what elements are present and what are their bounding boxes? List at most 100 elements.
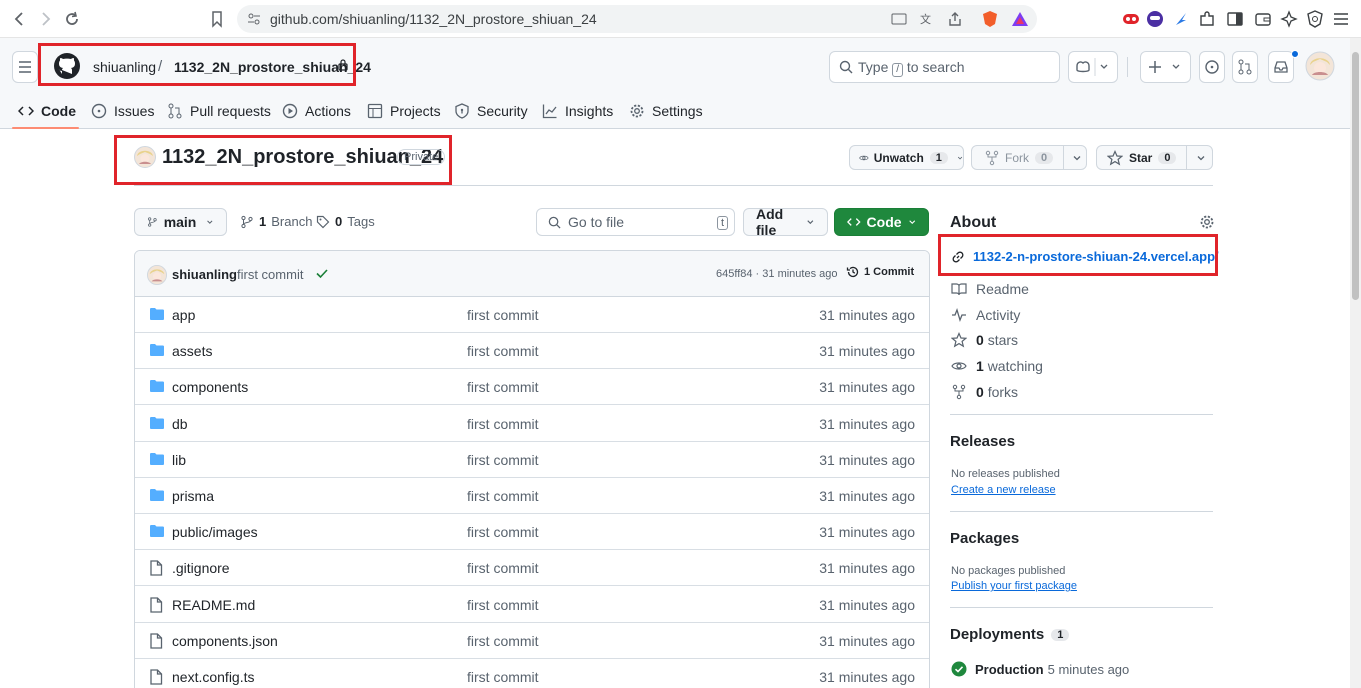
tab-insights[interactable]: Insights: [542, 101, 613, 121]
table-row[interactable]: assets first commit 31 minutes ago: [135, 333, 929, 370]
inbox-icon[interactable]: [1268, 51, 1294, 83]
file-name[interactable]: prisma: [172, 488, 214, 504]
tab-projects[interactable]: Projects: [367, 101, 441, 121]
file-commit-message[interactable]: first commit: [467, 452, 539, 468]
commits-link[interactable]: 1 Commit: [846, 265, 914, 279]
add-file-button[interactable]: Add file: [743, 206, 828, 238]
table-row[interactable]: .gitignore first commit 31 minutes ago: [135, 550, 929, 587]
issues-icon[interactable]: [1199, 51, 1225, 83]
file-commit-message[interactable]: first commit: [467, 416, 539, 432]
pull-requests-icon[interactable]: [1232, 51, 1258, 83]
wallet-icon[interactable]: [1254, 10, 1272, 28]
vpn-icon[interactable]: [1306, 10, 1324, 28]
tab-code[interactable]: Code: [18, 101, 76, 121]
table-row[interactable]: README.md first commit 31 minutes ago: [135, 587, 929, 623]
releases-heading[interactable]: Releases: [950, 433, 1015, 450]
file-commit-message[interactable]: first commit: [467, 597, 539, 613]
hamburger-menu-button[interactable]: [12, 51, 38, 83]
packages-heading[interactable]: Packages: [950, 530, 1019, 547]
deployment-item[interactable]: Production 5 minutes ago: [951, 661, 1129, 677]
extension-icon[interactable]: [1122, 10, 1140, 28]
stars-link[interactable]: 0 stars: [951, 332, 1018, 348]
forward-icon[interactable]: [35, 9, 55, 29]
table-row[interactable]: lib first commit 31 minutes ago: [135, 442, 929, 478]
address-bar[interactable]: github.com/shiuanling/1132_2N_prostore_s…: [237, 5, 1037, 33]
translate-icon[interactable]: 文: [919, 11, 935, 27]
table-row[interactable]: components.json first commit 31 minutes ag…: [135, 623, 929, 659]
star-button[interactable]: Star 0: [1096, 145, 1213, 170]
file-name[interactable]: assets: [172, 343, 212, 359]
commit-author-avatar[interactable]: [147, 265, 167, 285]
activity-link[interactable]: Activity: [951, 307, 1020, 323]
file-commit-message[interactable]: first commit: [467, 307, 539, 323]
table-row[interactable]: components first commit 31 minutes ago: [135, 369, 929, 406]
url-text[interactable]: github.com/shiuanling/1132_2N_prostore_s…: [270, 11, 597, 27]
publish-package-link[interactable]: Publish your first package: [951, 580, 1077, 592]
share-icon[interactable]: [947, 11, 963, 27]
table-row[interactable]: app first commit 31 minutes ago: [135, 297, 929, 333]
file-name[interactable]: db: [172, 416, 188, 432]
tab-actions[interactable]: Actions: [282, 101, 351, 121]
tab-pull-requests[interactable]: Pull requests: [167, 101, 271, 121]
back-icon[interactable]: [10, 9, 30, 29]
tab-settings[interactable]: Settings: [629, 101, 703, 121]
watching-link[interactable]: 1 watching: [951, 358, 1043, 374]
commit-author[interactable]: shiuanling: [172, 267, 237, 282]
search-input[interactable]: Type / to search: [829, 51, 1060, 83]
file-name[interactable]: components: [172, 379, 248, 395]
about-heading: About: [950, 214, 997, 231]
table-row[interactable]: next.config.ts first commit 31 minutes ago: [135, 659, 929, 688]
file-commit-message[interactable]: first commit: [467, 633, 539, 649]
create-new-button[interactable]: [1140, 51, 1191, 83]
reload-icon[interactable]: [62, 9, 82, 29]
file-name[interactable]: app: [172, 307, 195, 323]
create-release-link[interactable]: Create a new release: [951, 484, 1056, 496]
unwatch-button[interactable]: Unwatch 1: [849, 145, 964, 170]
tab-issues[interactable]: Issues: [91, 101, 154, 121]
commit-hash-time[interactable]: 645ff84 · 31 minutes ago: [716, 268, 838, 280]
table-row[interactable]: prisma first commit 31 minutes ago: [135, 478, 929, 514]
file-name[interactable]: components.json: [172, 633, 278, 649]
extensions-puzzle-icon[interactable]: [1198, 10, 1216, 28]
fork-button[interactable]: Fork 0: [971, 145, 1087, 170]
table-row[interactable]: db first commit 31 minutes ago: [135, 406, 929, 442]
copilot-button[interactable]: [1068, 51, 1118, 83]
branch-selector[interactable]: main: [134, 208, 227, 236]
brave-rewards-icon[interactable]: [1011, 11, 1029, 27]
file-commit-message[interactable]: first commit: [467, 488, 539, 504]
tab-security[interactable]: Security: [454, 101, 528, 121]
file-name[interactable]: next.config.ts: [172, 669, 255, 685]
leo-ai-icon[interactable]: [1280, 10, 1298, 28]
file-commit-message[interactable]: first commit: [467, 524, 539, 540]
menu-icon[interactable]: [1332, 10, 1350, 28]
extension-icon[interactable]: [1146, 10, 1164, 28]
scrollbar-thumb[interactable]: [1352, 52, 1359, 300]
go-to-file-input[interactable]: Go to file t: [536, 208, 735, 236]
site-settings-icon[interactable]: [247, 12, 261, 26]
forks-link[interactable]: 0 forks: [951, 384, 1018, 400]
file-commit-message[interactable]: first commit: [467, 379, 539, 395]
deployments-heading[interactable]: Deployments 1: [950, 626, 1070, 643]
cast-icon[interactable]: [891, 11, 907, 27]
file-name[interactable]: .gitignore: [172, 560, 230, 576]
folder-icon: [149, 488, 165, 502]
file-name[interactable]: lib: [172, 452, 186, 468]
brave-shield-icon[interactable]: [982, 10, 998, 28]
scrollbar[interactable]: [1350, 38, 1361, 688]
file-commit-message[interactable]: first commit: [467, 669, 539, 685]
file-commit-message[interactable]: first commit: [467, 343, 539, 359]
table-row[interactable]: public/images first commit 31 minutes ago: [135, 514, 929, 551]
file-name[interactable]: README.md: [172, 597, 255, 613]
branches-link[interactable]: 1 Branch: [240, 214, 312, 229]
file-commit-message[interactable]: first commit: [467, 560, 539, 576]
extension-icon[interactable]: [1172, 10, 1190, 28]
bookmark-icon[interactable]: [207, 9, 227, 29]
code-button[interactable]: Code: [834, 208, 929, 236]
sidebar-toggle-icon[interactable]: [1226, 10, 1244, 28]
gear-icon[interactable]: [1199, 214, 1215, 230]
file-name[interactable]: public/images: [172, 524, 258, 540]
tags-link[interactable]: 0 Tags: [316, 214, 375, 229]
avatar[interactable]: [1305, 51, 1335, 81]
readme-link[interactable]: Readme: [951, 281, 1029, 297]
commit-message[interactable]: first commit: [237, 267, 303, 282]
